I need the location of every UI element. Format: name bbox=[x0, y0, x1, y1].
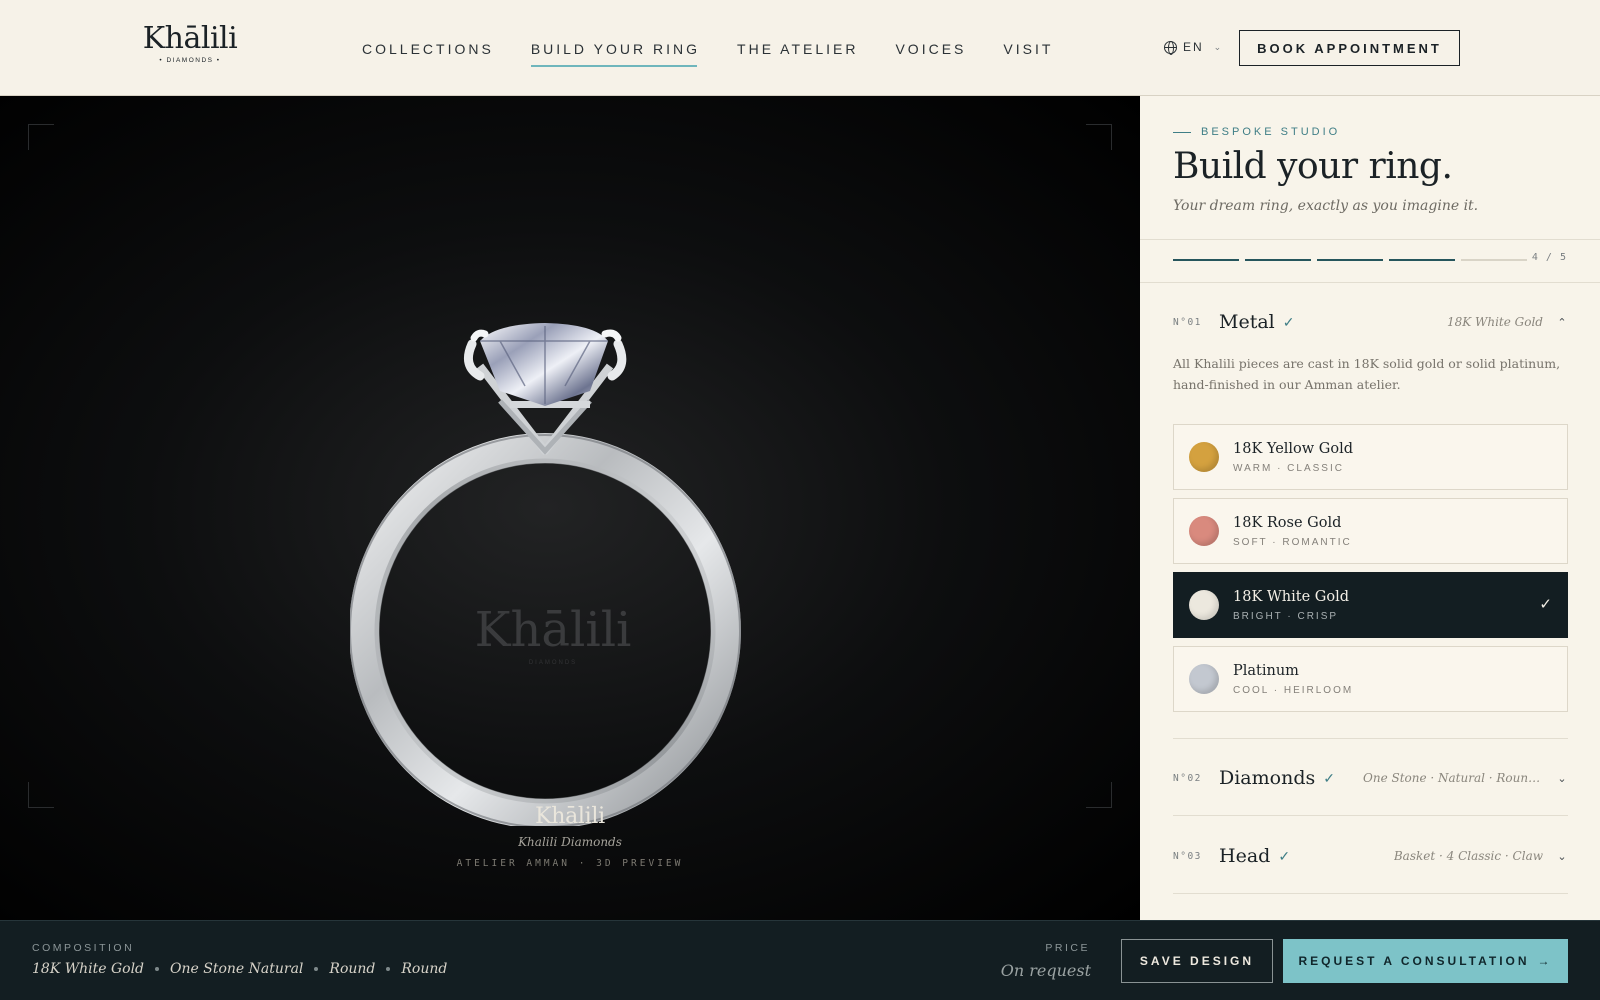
section-title: Head bbox=[1219, 845, 1271, 867]
panel-eyebrow: BESPOKE STUDIO bbox=[1173, 126, 1340, 138]
nav-the-atelier[interactable]: THE ATELIER bbox=[737, 41, 858, 67]
nav-collections[interactable]: COLLECTIONS bbox=[362, 41, 494, 67]
watermark-logo: Khālili bbox=[475, 602, 632, 658]
eyebrow-rule bbox=[1173, 131, 1191, 133]
consult-label: REQUEST A CONSULTATION bbox=[1298, 954, 1530, 968]
summary-bar: COMPOSITION 18K White Gold One Stone Nat… bbox=[0, 920, 1600, 1000]
section-number: N°03 bbox=[1173, 850, 1202, 862]
chevron-down-icon: ⌄ bbox=[1557, 850, 1567, 863]
metal-option-rose-gold[interactable]: 18K Rose Gold SOFT · ROMANTIC bbox=[1173, 498, 1568, 564]
viewer-corner-mark bbox=[28, 124, 54, 150]
price-value: On request bbox=[1000, 961, 1091, 980]
panel-title: Build your ring. bbox=[1173, 146, 1453, 187]
metal-description: All Khalili pieces are cast in 18K solid… bbox=[1173, 356, 1561, 392]
swatch-icon bbox=[1189, 442, 1219, 472]
chevron-down-icon: ⌄ bbox=[1557, 772, 1567, 785]
book-appointment-button[interactable]: BOOK APPOINTMENT bbox=[1239, 30, 1460, 66]
option-tags: COOL · HEIRLOOM bbox=[1233, 684, 1354, 696]
section-title: Diamonds bbox=[1219, 767, 1316, 789]
nav-voices[interactable]: VOICES bbox=[895, 41, 966, 67]
nav-build-your-ring[interactable]: BUILD YOUR RING bbox=[530, 41, 700, 67]
builder-panel: BESPOKE STUDIO Build your ring. Your dre… bbox=[1140, 96, 1600, 920]
watermark-subtitle: DIAMONDS bbox=[529, 660, 577, 666]
option-name: Platinum bbox=[1233, 662, 1299, 679]
option-tags: WARM · CLASSIC bbox=[1233, 462, 1344, 474]
arrow-right-icon: → bbox=[1537, 954, 1553, 968]
nav-visit[interactable]: VISIT bbox=[1003, 41, 1053, 67]
request-consultation-button[interactable]: REQUEST A CONSULTATION → bbox=[1283, 939, 1568, 983]
option-tags: SOFT · ROMANTIC bbox=[1233, 536, 1352, 548]
composition-item: Round bbox=[401, 961, 448, 977]
chevron-up-icon: ⌃ bbox=[1557, 316, 1567, 329]
composition-item: One Stone Natural bbox=[170, 961, 304, 977]
composition-item: 18K White Gold bbox=[32, 961, 145, 977]
caption-brand-name: Khalili Diamonds bbox=[518, 835, 622, 849]
separator-dot bbox=[314, 967, 319, 971]
viewer-corner-mark bbox=[1086, 124, 1112, 150]
divider bbox=[1173, 815, 1568, 816]
option-name: 18K Yellow Gold bbox=[1233, 440, 1354, 457]
chevron-down-icon: ⌄ bbox=[1213, 41, 1224, 52]
caption-logo: Khālili bbox=[535, 804, 605, 829]
step-progress bbox=[1173, 259, 1527, 261]
swatch-icon bbox=[1189, 664, 1219, 694]
progress-segment bbox=[1245, 259, 1311, 261]
ring-3d-viewer[interactable]: Khālili DIAMONDS Khālili Khalili Diamond… bbox=[0, 96, 1140, 920]
section-number: N°01 bbox=[1173, 316, 1202, 328]
section-diamonds-header[interactable]: N°02 Diamonds ✓ One Stone · Natural · Ro… bbox=[1173, 763, 1567, 793]
composition-label: COMPOSITION bbox=[32, 942, 135, 954]
progress-segment bbox=[1173, 259, 1239, 261]
section-value: One Stone · Natural · Round · ... bbox=[1363, 771, 1543, 785]
globe-icon bbox=[1164, 40, 1177, 55]
separator-dot bbox=[155, 967, 160, 971]
section-number: N°02 bbox=[1173, 772, 1202, 784]
check-icon: ✓ bbox=[1323, 769, 1335, 786]
separator-dot bbox=[386, 967, 391, 971]
section-title: Metal bbox=[1219, 311, 1275, 333]
ring-render: Khālili DIAMONDS bbox=[350, 323, 741, 826]
section-value: Basket · 4 Classic · Claw bbox=[1393, 849, 1543, 863]
check-icon: ✓ bbox=[1278, 847, 1291, 864]
price-label: PRICE bbox=[1045, 942, 1090, 954]
site-header: Khālili • DIAMONDS • COLLECTIONS BUILD Y… bbox=[0, 0, 1600, 96]
divider bbox=[1140, 239, 1600, 240]
section-head-header[interactable]: N°03 Head ✓ Basket · 4 Classic · Claw ⌄ bbox=[1173, 841, 1567, 871]
language-label: EN bbox=[1183, 40, 1204, 54]
save-design-button[interactable]: SAVE DESIGN bbox=[1121, 939, 1273, 983]
swatch-icon bbox=[1189, 590, 1219, 620]
caption-tagline: ATELIER AMMAN · 3D PREVIEW bbox=[456, 858, 684, 869]
language-selector[interactable]: EN ⌄ bbox=[1164, 40, 1224, 55]
divider bbox=[1140, 282, 1600, 283]
eyebrow-label: BESPOKE STUDIO bbox=[1201, 126, 1341, 138]
brand-logo[interactable]: Khālili • DIAMONDS • bbox=[140, 21, 240, 65]
logo-wordmark: Khālili bbox=[142, 21, 238, 56]
option-name: 18K Rose Gold bbox=[1233, 514, 1342, 531]
main-nav: COLLECTIONS BUILD YOUR RING THE ATELIER … bbox=[362, 41, 1053, 67]
composition-list: 18K White Gold One Stone Natural Round R… bbox=[32, 961, 447, 977]
metal-option-platinum[interactable]: Platinum COOL · HEIRLOOM bbox=[1173, 646, 1568, 712]
section-value: 18K White Gold bbox=[1446, 315, 1543, 329]
panel-subtitle: Your dream ring, exactly as you imagine … bbox=[1173, 198, 1479, 214]
check-icon: ✓ bbox=[1539, 596, 1552, 613]
step-counter: 4 / 5 bbox=[1531, 252, 1567, 263]
divider bbox=[1173, 738, 1568, 739]
progress-segment bbox=[1389, 259, 1455, 261]
viewer-corner-mark bbox=[28, 782, 54, 808]
check-icon: ✓ bbox=[1282, 313, 1295, 330]
section-metal-header[interactable]: N°01 Metal ✓ 18K White Gold ⌃ bbox=[1173, 307, 1567, 337]
composition-item: Round bbox=[329, 961, 376, 977]
swatch-icon bbox=[1189, 516, 1219, 546]
option-name: 18K White Gold bbox=[1233, 588, 1350, 605]
option-tags: BRIGHT · CRISP bbox=[1233, 610, 1339, 622]
divider bbox=[1173, 893, 1568, 894]
progress-segment bbox=[1317, 259, 1383, 261]
progress-segment bbox=[1461, 259, 1527, 261]
metal-option-white-gold[interactable]: 18K White Gold BRIGHT · CRISP ✓ bbox=[1173, 572, 1568, 638]
viewer-corner-mark bbox=[1086, 782, 1112, 808]
metal-option-yellow-gold[interactable]: 18K Yellow Gold WARM · CLASSIC bbox=[1173, 424, 1568, 490]
viewer-caption: Khālili Khalili Diamonds ATELIER AMMAN ·… bbox=[440, 804, 700, 869]
logo-subtitle: • DIAMONDS • bbox=[159, 57, 221, 64]
